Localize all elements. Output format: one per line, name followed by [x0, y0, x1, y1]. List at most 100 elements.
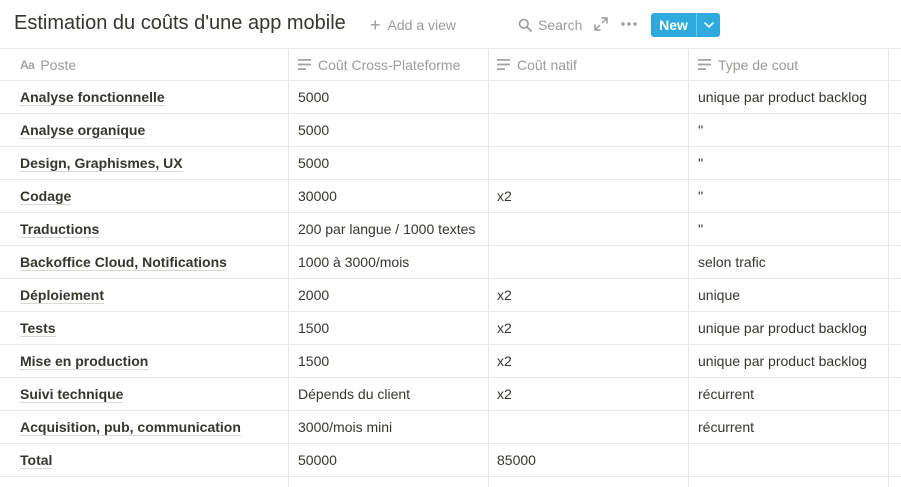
cell-cout-natif[interactable]: x2: [488, 378, 688, 410]
cell-cout-natif[interactable]: [488, 411, 688, 443]
database-table: Aa Poste Coût Cross-Plateforme Coût nati…: [0, 48, 901, 487]
page-title[interactable]: Estimation du coûts d'une app mobile: [14, 12, 346, 35]
row-title[interactable]: Acquisition, pub, communication: [20, 419, 241, 436]
cell-empty: [888, 213, 901, 245]
table-row[interactable]: Design, Graphismes, UX 5000 '': [0, 147, 901, 180]
search-button[interactable]: Search: [518, 14, 582, 36]
cell-cout-cross[interactable]: 1500: [288, 345, 488, 377]
row-title[interactable]: Suivi technique: [20, 386, 124, 403]
cell-cout-cross[interactable]: 5000: [288, 81, 488, 113]
cell-type[interactable]: [688, 444, 888, 476]
cell-cout-cross[interactable]: 3000/mois mini: [288, 411, 488, 443]
row-title[interactable]: Déploiement: [20, 287, 105, 304]
table-row[interactable]: Traductions 200 par langue / 1000 textes…: [0, 213, 901, 246]
cell-poste[interactable]: Tests: [0, 312, 288, 344]
cell-type[interactable]: '': [688, 147, 888, 179]
cell-cout-natif[interactable]: x2: [488, 312, 688, 344]
add-view-button[interactable]: + Add a view: [370, 14, 456, 36]
column-header-poste[interactable]: Aa Poste: [0, 49, 288, 80]
column-header-cout-natif[interactable]: Coût natif: [488, 49, 688, 80]
table-row[interactable]: Mise en production 1500 x2 unique par pr…: [0, 345, 901, 378]
column-header-label: Poste: [40, 56, 77, 73]
new-button[interactable]: New: [651, 13, 720, 37]
chevron-down-icon[interactable]: [697, 13, 720, 37]
cell-poste[interactable]: Mise en production: [0, 345, 288, 377]
cell-cout-cross[interactable]: 5000: [288, 147, 488, 179]
table-body: Analyse fonctionnelle 5000 unique par pr…: [0, 81, 901, 487]
cell-cout-cross[interactable]: 50000: [288, 444, 488, 476]
more-icon[interactable]: [620, 15, 638, 33]
cell-cout-cross[interactable]: 2000: [288, 279, 488, 311]
cell-cout-cross[interactable]: 1000 à 3000/mois: [288, 246, 488, 278]
cell-type[interactable]: '': [688, 213, 888, 245]
row-title[interactable]: Mise en production: [20, 353, 149, 370]
cell-cout-cross[interactable]: 30000: [288, 180, 488, 212]
cell-cout-natif[interactable]: 85000: [488, 444, 688, 476]
table-row[interactable]: Déploiement 2000 x2 unique: [0, 279, 901, 312]
add-column-area[interactable]: [888, 49, 901, 80]
column-header-label: Coût natif: [517, 56, 577, 73]
cell-cout-natif[interactable]: [488, 246, 688, 278]
cell-empty: [888, 180, 901, 212]
cell-empty: [888, 477, 901, 487]
cell-cout-natif[interactable]: x2: [488, 180, 688, 212]
cell-type[interactable]: unique par product backlog: [688, 345, 888, 377]
cell-type[interactable]: récurrent: [688, 411, 888, 443]
cell-empty: [888, 312, 901, 344]
cell-poste[interactable]: Déploiement: [0, 279, 288, 311]
table-row[interactable]: Tests 1500 x2 unique par product backlog: [0, 312, 901, 345]
cell-type[interactable]: '': [688, 114, 888, 146]
cell-poste[interactable]: Codage: [0, 180, 288, 212]
cell-cout-natif[interactable]: x2: [488, 345, 688, 377]
cell-cout-cross[interactable]: 200 par langue / 1000 textes: [288, 213, 488, 245]
expand-icon[interactable]: [594, 17, 608, 31]
cell-cout-cross[interactable]: 1500: [288, 312, 488, 344]
title-icon: Aa: [20, 57, 35, 72]
cell-poste[interactable]: Backoffice Cloud, Notifications: [0, 246, 288, 278]
table-row[interactable]: Total 50000 85000: [0, 444, 901, 477]
cell-type[interactable]: selon trafic: [688, 246, 888, 278]
table-row[interactable]: Analyse organique 5000 '': [0, 114, 901, 147]
cell-poste[interactable]: Traductions: [0, 213, 288, 245]
cell-cout-cross[interactable]: 5000: [288, 114, 488, 146]
cell-cout-cross[interactable]: Dépends du client: [288, 378, 488, 410]
cell-cout-natif[interactable]: [488, 81, 688, 113]
cell-type[interactable]: unique par product backlog: [688, 312, 888, 344]
row-title[interactable]: Analyse organique: [20, 122, 146, 139]
cell-poste[interactable]: Analyse organique: [0, 114, 288, 146]
cell-cout-natif[interactable]: [488, 213, 688, 245]
row-title[interactable]: Total: [20, 452, 53, 469]
row-title[interactable]: Analyse fonctionnelle: [20, 89, 165, 106]
cell-type[interactable]: '': [688, 180, 888, 212]
table-row[interactable]: Backoffice Cloud, Notifications 1000 à 3…: [0, 246, 901, 279]
table-row[interactable]: Suivi technique Dépends du client x2 réc…: [0, 378, 901, 411]
table-row[interactable]: Acquisition, pub, communication 3000/moi…: [0, 411, 901, 444]
column-header-cout-cross[interactable]: Coût Cross-Plateforme: [288, 49, 488, 80]
cell-empty: [888, 246, 901, 278]
cell-empty: [888, 114, 901, 146]
table-row[interactable]: Codage 30000 x2 '': [0, 180, 901, 213]
cell-poste[interactable]: Analyse fonctionnelle: [0, 81, 288, 113]
cell-poste[interactable]: Acquisition, pub, communication: [0, 411, 288, 443]
cell-type[interactable]: unique par product backlog: [688, 81, 888, 113]
row-title[interactable]: Backoffice Cloud, Notifications: [20, 254, 227, 271]
table-row[interactable]: Analyse fonctionnelle 5000 unique par pr…: [0, 81, 901, 114]
row-title[interactable]: Tests: [20, 320, 56, 337]
cell-cout-natif[interactable]: x2: [488, 279, 688, 311]
cell-poste[interactable]: Total: [0, 444, 288, 476]
cell-empty: [888, 81, 901, 113]
row-title[interactable]: Traductions: [20, 221, 100, 238]
cell-poste[interactable]: Suivi technique: [0, 378, 288, 410]
cell-type[interactable]: récurrent: [688, 378, 888, 410]
cell-poste[interactable]: Design, Graphismes, UX: [0, 147, 288, 179]
cell-empty: [288, 477, 488, 487]
row-title[interactable]: Design, Graphismes, UX: [20, 155, 183, 172]
column-header-type[interactable]: Type de cout: [688, 49, 888, 80]
cell-empty: [488, 477, 688, 487]
cell-empty: [888, 345, 901, 377]
add-view-label: Add a view: [387, 17, 456, 33]
cell-cout-natif[interactable]: [488, 147, 688, 179]
row-title[interactable]: Codage: [20, 188, 72, 205]
cell-type[interactable]: unique: [688, 279, 888, 311]
cell-cout-natif[interactable]: [488, 114, 688, 146]
